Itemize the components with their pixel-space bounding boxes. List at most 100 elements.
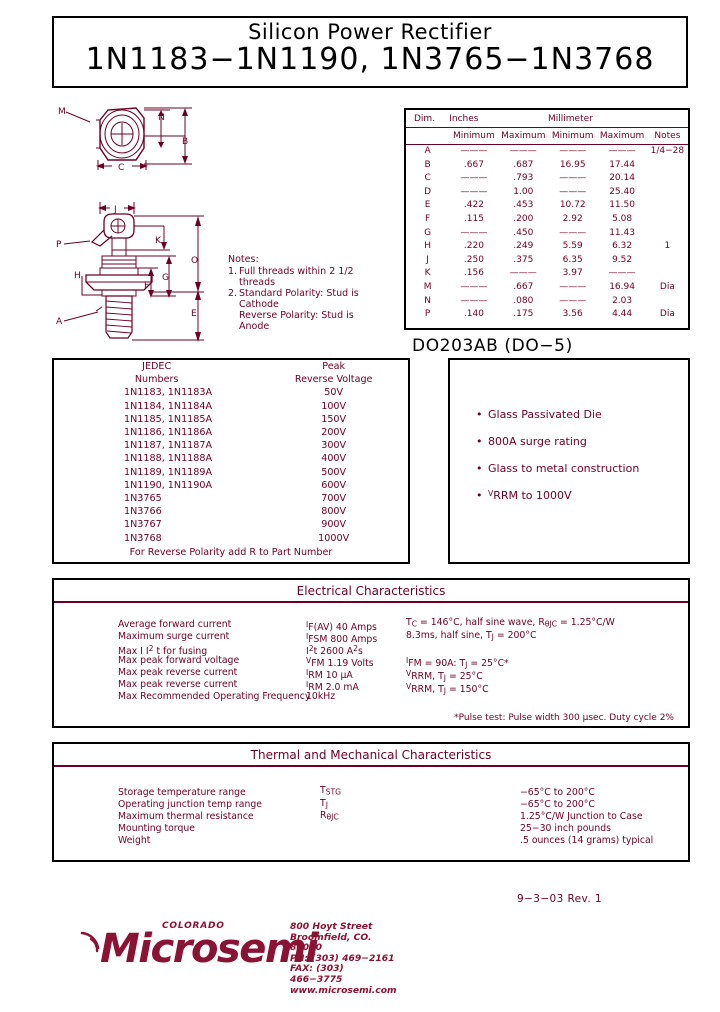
- dim-cell-max_in: .249: [513, 241, 534, 252]
- dimension-table-row: P .140 .175 3.56 4.44 Dia: [406, 308, 688, 322]
- elec-condition-2: 8.3ms, half sine, TJ = 200°C: [406, 630, 536, 643]
- dim-cell-min_mm: ———: [559, 295, 587, 306]
- note-1-line2: threads: [239, 277, 276, 288]
- jedec-part-numbers: 1N1189, 1N1189A: [124, 466, 213, 478]
- jedec-row: 1N3766 800V: [54, 505, 408, 518]
- dim-cell-min_in: .667: [463, 159, 484, 170]
- dim-cell-max_in: ———: [509, 146, 537, 156]
- jedec-peak-reverse-voltage: 900V: [321, 519, 347, 531]
- therm-value-5: .5 ounces (14 grams) typical: [520, 835, 654, 846]
- dim-cell-dim: D: [424, 186, 432, 197]
- note-2-line2: Cathode: [239, 299, 279, 310]
- dimension-table: Dim. Inches Millimeter Minimum Maximum M…: [404, 108, 690, 330]
- top-view: [96, 107, 145, 161]
- callout-a: A: [56, 317, 63, 327]
- elec-condition-1: TC = 146°C, half sine wave, RθJC = 1.25°…: [406, 617, 615, 630]
- callout-o: O: [191, 256, 198, 266]
- col-min-in-header: Minimum: [449, 127, 499, 145]
- jedec-part-numbers: 1N1187, 1N1187A: [124, 440, 213, 452]
- dim-cell-min_mm: 6.35: [562, 254, 583, 265]
- feature-item-1: Glass Passivated Die: [476, 408, 639, 421]
- elec-label-5: Max peak reverse current: [118, 667, 238, 678]
- dimension-table-row: C ——— .793 ——— 20.14: [406, 172, 688, 186]
- dim-cell-notes: 1: [664, 241, 671, 252]
- jedec-row: 1N1189, 1N1189A 500V: [54, 466, 408, 479]
- jedec-peak-reverse-voltage: 50V: [324, 387, 344, 399]
- dim-cell-min_in: .140: [463, 309, 484, 320]
- dim-cell-min_in: ———: [460, 146, 488, 156]
- col-inches-header: Inches: [449, 110, 499, 128]
- elec-c2-a: 8.3ms, half sine,: [406, 630, 486, 641]
- dim-cell-min_in: ———: [460, 173, 488, 184]
- dim-cell-min_mm: ———: [559, 281, 587, 292]
- dim-cell-min_mm: 3.97: [562, 268, 583, 279]
- jedec-part-numbers: 1N1188, 1N1188A: [124, 453, 213, 465]
- note-1-number: 1.: [228, 266, 238, 277]
- dim-cell-dim: K: [424, 268, 431, 279]
- jedec-header-left-2: Numbers: [134, 374, 179, 386]
- dim-cell-min_mm: ———: [559, 173, 587, 184]
- dim-cell-min_in: ———: [460, 186, 488, 197]
- jedec-part-numbers: 1N1190, 1N1190A: [124, 479, 213, 491]
- jedec-part-numbers: 1N1186, 1N1186A: [124, 427, 213, 439]
- jedec-peak-reverse-voltage: 500V: [321, 466, 347, 478]
- jedec-row: 1N1187, 1N1187A 300V: [54, 439, 408, 452]
- dim-cell-max_mm: 9.52: [612, 254, 633, 265]
- dim-cell-dim: B: [424, 159, 431, 170]
- dim-cell-max_mm: 2.03: [612, 295, 633, 306]
- title-box: Silicon Power Rectifier 1N1183−1N1190, 1…: [52, 16, 688, 88]
- address-line-4: FAX: (303) 466−3775: [290, 963, 344, 985]
- dimension-table-row: G ——— .450 ——— 11.43: [406, 227, 688, 241]
- dim-cell-dim: J: [426, 254, 429, 265]
- note-2-number: 2.: [228, 288, 238, 299]
- dimension-table-row: H .220 .249 5.59 6.32 1: [406, 240, 688, 254]
- dim-cell-dim: E: [424, 200, 431, 211]
- dimension-table-row: A ——— ——— ——— ——— 1/4−28: [406, 145, 688, 159]
- dim-cell-notes: 1/4−28: [650, 146, 685, 156]
- dim-cell-max_in: .687: [513, 159, 534, 170]
- dim-cell-notes: [647, 295, 688, 309]
- dim-cell-max_in: 1.00: [513, 186, 534, 197]
- therm-label-1: Storage temperature range: [118, 787, 246, 798]
- dim-cell-max_mm: 25.40: [609, 186, 635, 197]
- dimension-table-row: F .115 .200 2.92 5.08: [406, 213, 688, 227]
- leader-m: [65, 111, 91, 123]
- dim-cell-dim: M: [423, 281, 432, 292]
- callout-p: P: [56, 240, 62, 250]
- dim-cell-max_mm: ———: [608, 268, 636, 279]
- logo-wordmark: Microsemi: [100, 926, 319, 972]
- dimension-table-row: J .250 .375 6.35 9.52: [406, 254, 688, 268]
- dim-cell-min_mm: 16.95: [559, 159, 586, 170]
- dim-n: [144, 109, 170, 148]
- side-view: [85, 213, 153, 339]
- jedec-peak-reverse-voltage: 400V: [321, 453, 347, 465]
- jedec-peak-reverse-voltage: 300V: [321, 440, 347, 452]
- dim-cell-notes: [647, 213, 688, 227]
- dim-cell-dim: N: [424, 295, 431, 306]
- dim-cell-max_mm: 20.14: [609, 173, 635, 184]
- feature-item-4: VRRM to 1000V: [476, 489, 639, 502]
- dim-cell-min_in: ———: [460, 227, 488, 238]
- dim-b: [144, 107, 192, 165]
- dim-cell-min_mm: 5.59: [562, 241, 583, 252]
- jedec-row: 1N1183, 1N1183A 50V: [54, 386, 408, 399]
- jedec-peak-reverse-voltage: 100V: [321, 400, 347, 412]
- therm-sym1-sub: STG: [325, 787, 342, 797]
- dim-cell-max_in: .080: [513, 295, 534, 306]
- dim-cell-max_in: .175: [513, 309, 534, 320]
- thermal-mechanical-characteristics-box: Thermal and Mechanical Characteristics S…: [52, 742, 690, 862]
- leader-h: [81, 276, 102, 296]
- dim-cell-max_mm: 16.94: [609, 281, 635, 292]
- jedec-header-row-2: Numbers Reverse Voltage: [54, 373, 408, 386]
- elec-label-6: Max peak reverse current: [118, 679, 238, 690]
- elec-c6-sub: RRM: [411, 684, 433, 696]
- dim-cell-max_mm: 11.43: [609, 227, 635, 238]
- electrical-characteristics-box: Electrical Characteristics Average forwa…: [52, 578, 690, 728]
- address-line-5[interactable]: www.microsemi.com: [290, 985, 398, 997]
- leader-p: [63, 240, 91, 245]
- jedec-part-numbers: 1N3768: [124, 532, 162, 544]
- elec-c6-c: = 150°C: [446, 684, 489, 696]
- company-address: 800 Hoyt Street Broomfield, CO. 80020 PH…: [290, 921, 398, 997]
- col-min-mm-header: Minimum: [548, 127, 598, 145]
- feature-4-rest: to 1000V: [517, 489, 572, 503]
